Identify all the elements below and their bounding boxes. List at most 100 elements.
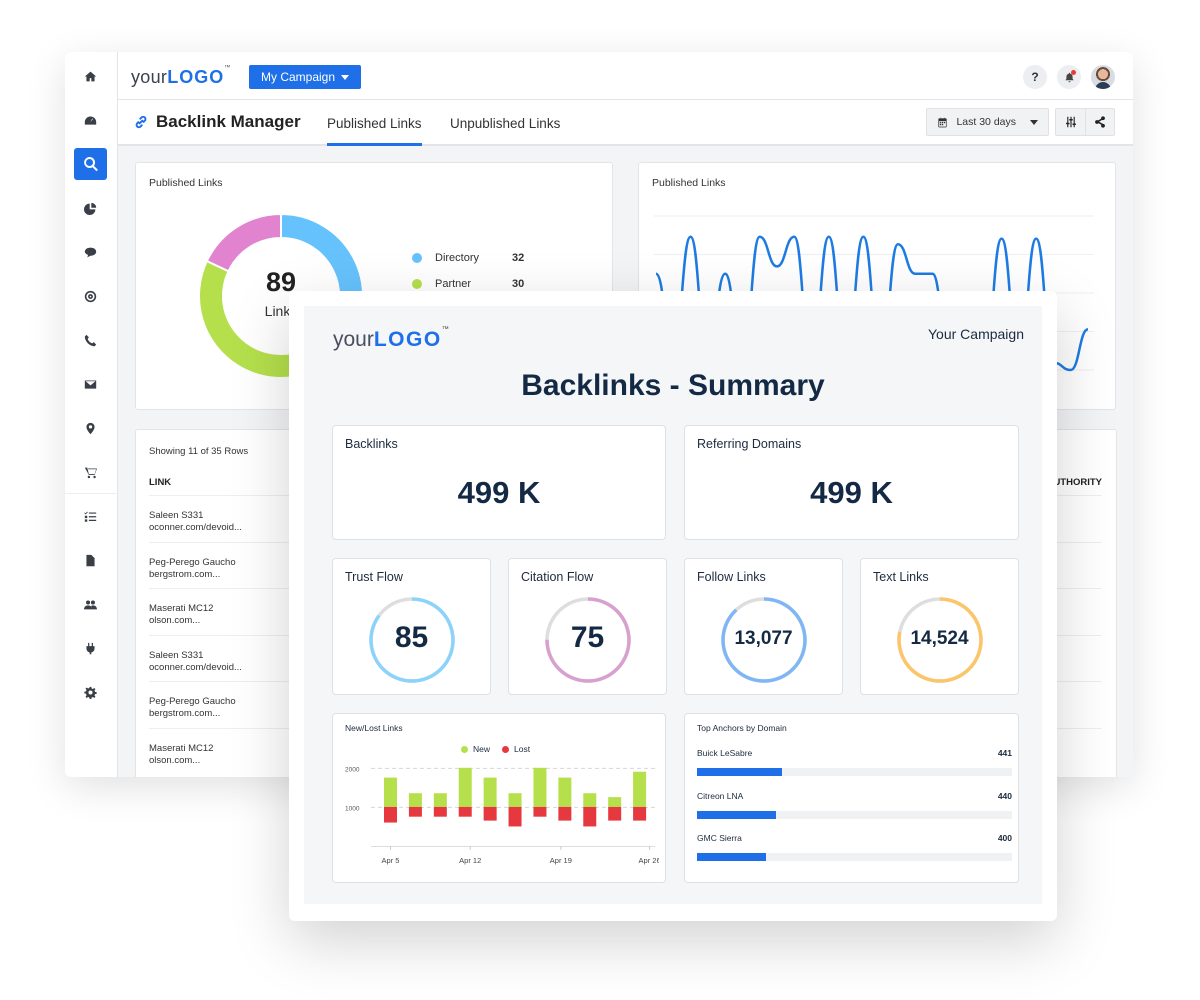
gauge-card-follow-links: Follow Links 13,077: [684, 558, 843, 695]
toolbar-icon-group: [1055, 108, 1115, 136]
logo[interactable]: yourLOGO™: [131, 65, 231, 88]
user-avatar[interactable]: [1091, 65, 1115, 89]
gauge-value: 13,077: [734, 628, 793, 649]
link-title: Peg-Perego Gaucho: [149, 696, 236, 707]
customize-button[interactable]: [1056, 109, 1085, 135]
bar-lost: [458, 806, 472, 817]
bar-lost: [433, 806, 447, 817]
campaign-dropdown[interactable]: My Campaign: [249, 65, 362, 89]
tab-unpublished-links[interactable]: Unpublished Links: [450, 116, 560, 146]
sub-header: Backlink Manager Published Links Unpubli…: [118, 100, 1133, 146]
bar-lost: [483, 806, 497, 821]
link-url: olson.com...: [149, 615, 201, 626]
share-icon: [1095, 116, 1105, 128]
gauge-card-trust-flow: Trust Flow 85: [332, 558, 491, 695]
kpi-value: 499 K: [457, 475, 541, 510]
notifications-button[interactable]: [1057, 65, 1081, 89]
card-title: Published Links: [652, 177, 726, 189]
kpi-card-backlinks: Backlinks 499 K: [332, 425, 666, 540]
logo-tm: ™: [224, 65, 231, 71]
anchor-label: Citreon LNA: [697, 790, 744, 801]
report-title: Backlinks - Summary: [521, 369, 825, 402]
tab-label: Published Links: [327, 116, 422, 131]
y-tick-label: 2000: [345, 766, 360, 773]
sidebar-item-target[interactable]: [74, 280, 107, 312]
bar-new: [458, 767, 472, 807]
sidebar-item-gear[interactable]: [74, 676, 107, 708]
column-header-link[interactable]: LINK: [149, 477, 171, 488]
anchor-bar-fill: [697, 853, 767, 861]
target-icon: [84, 290, 97, 302]
bar-lost: [508, 806, 522, 827]
anchor-bar-track: [697, 853, 1012, 861]
tab-label: Unpublished Links: [450, 116, 561, 131]
logo-tm: ™: [441, 326, 449, 333]
bar-new: [408, 793, 422, 807]
sidebar-item-dashboard[interactable]: [74, 104, 107, 136]
chart-legend: New Lost: [461, 744, 530, 754]
date-range-dropdown[interactable]: Last 30 days: [926, 108, 1049, 136]
legend-label: Lost: [514, 744, 531, 754]
sidebar-item-phone[interactable]: [74, 324, 107, 356]
gauge-card-citation-flow: Citation Flow 75: [508, 558, 667, 695]
anchor-label: Buick LeSabre: [697, 748, 753, 758]
sidebar-item-plug[interactable]: [74, 632, 107, 664]
kpi-value: 499 K: [810, 475, 893, 510]
sidebar-item-home[interactable]: [74, 60, 107, 92]
bar-new: [533, 767, 547, 807]
anchor-bar-track: [697, 768, 1012, 776]
legend-dot: [502, 745, 510, 753]
tab-published-links[interactable]: Published Links: [327, 116, 422, 146]
legend-value: 32: [512, 252, 525, 264]
sidebar-item-document[interactable]: [74, 544, 107, 576]
legend-dot: [461, 745, 468, 753]
sidebar-item-pie-chart[interactable]: [74, 192, 107, 224]
document-icon: [86, 554, 95, 566]
sidebar-item-users[interactable]: [74, 588, 107, 620]
help-button[interactable]: ?: [1023, 65, 1047, 89]
anchor-label: GMC Sierra: [697, 833, 742, 843]
location-pin-icon: [86, 422, 95, 434]
link-url: bergstrom.com...: [149, 568, 221, 580]
cart-icon: [84, 467, 97, 478]
date-range-label: Last 30 days: [956, 116, 1016, 128]
bar-new: [608, 797, 622, 807]
sidebar-item-cart[interactable]: [74, 456, 107, 488]
x-tick-label: Apr 26: [639, 856, 659, 865]
report-preview: yourLOGO™ Your Campaign Backlinks - Summ…: [289, 291, 1057, 921]
bar-new: [633, 771, 647, 807]
anchor-bar-track: [697, 810, 1012, 819]
sidebar: [65, 52, 118, 777]
kpi-label: Referring Domains: [697, 437, 802, 451]
sidebar-item-mail[interactable]: [74, 368, 107, 400]
rows-count: Showing 11 of 35 Rows: [149, 446, 249, 457]
legend-label: Partner: [435, 278, 472, 290]
gauge-card-text-links: Text Links 14,524: [860, 558, 1019, 695]
bar-new: [483, 777, 497, 807]
sidebar-item-search[interactable]: [74, 148, 107, 180]
share-button[interactable]: [1085, 109, 1114, 135]
anchor-value: 440: [997, 790, 1012, 801]
x-tick-label: Apr 12: [459, 856, 481, 865]
link-title: Saleen S331: [149, 510, 204, 521]
bar-lost: [558, 806, 572, 821]
sidebar-item-tasks[interactable]: [74, 500, 107, 532]
legend-dot: [412, 279, 422, 289]
card-title: Published Links: [149, 177, 223, 189]
report-campaign-name: Your Campaign: [928, 326, 1024, 342]
plug-icon: [86, 642, 95, 654]
tasks-icon: [84, 511, 97, 522]
gauge-value: 75: [570, 621, 605, 654]
link-title: Peg-Perego Gaucho: [149, 556, 236, 568]
donut-slice-other: [205, 212, 282, 273]
caret-down-icon: [1030, 119, 1038, 125]
link-url: oconner.com/devoid...: [149, 522, 242, 533]
sliders-icon: [1065, 116, 1076, 128]
logo-prefix: your: [333, 328, 374, 351]
bar-new: [583, 793, 597, 807]
sidebar-item-chat[interactable]: [74, 236, 107, 268]
top-anchors-card: Top Anchors by Domain Buick LeSabre 441 …: [684, 713, 1019, 883]
gauge-label: Follow Links: [697, 570, 766, 584]
sidebar-item-location-pin[interactable]: [74, 412, 107, 444]
link-url: oconner.com/devoid...: [149, 661, 242, 673]
